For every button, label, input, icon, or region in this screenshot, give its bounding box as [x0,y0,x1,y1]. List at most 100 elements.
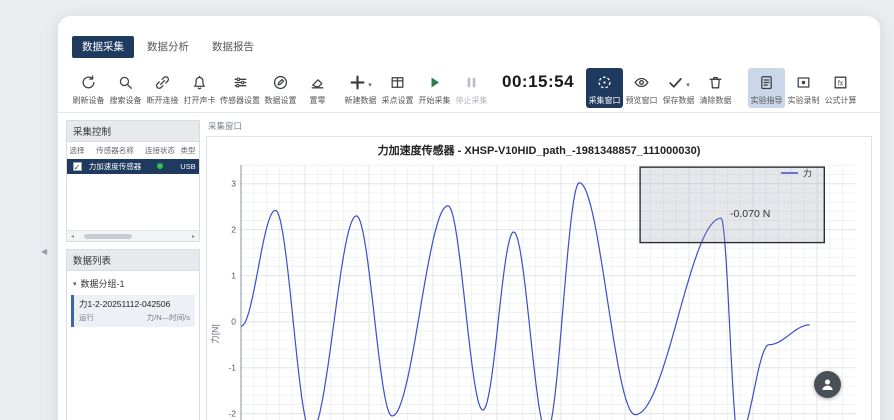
acquisition-control-panel: 采集控制 选择 传感器名称 连接状态 类型 ✓ [66,120,200,242]
toolbar-item-save[interactable]: ▾ 保存数据 [660,68,697,108]
chart-plot[interactable]: 3210-1-2力[N]-0.070 N力 [207,159,867,420]
toolbar-item-sensor-settings[interactable]: 传感器设置 [218,68,262,108]
col-type: 类型 [177,142,199,159]
scroll-left-icon[interactable]: ◂ [67,233,78,240]
toolbar-item-label: 公式计算 [825,95,857,106]
scrollbar-thumb[interactable] [84,234,132,239]
sensor-type: USB [177,159,199,174]
content-area: 采集控制 选择 传感器名称 连接状态 类型 ✓ [58,113,880,420]
data-item-status: 运行 [79,312,94,323]
toolbar-item-label: 采点设置 [382,95,414,106]
chevron-down-icon[interactable]: ▾ [686,81,690,92]
y-tick-label: -2 [228,409,236,419]
new-data-icon: ▾ [349,72,372,92]
toolbar-item-label: 采集窗口 [589,95,621,106]
zero-icon [309,72,326,92]
toolbar-item-zero[interactable]: 置零 [299,68,336,108]
toolbar-item-record[interactable]: 实验录制 [785,68,822,108]
formula-icon: fx [832,72,849,92]
search-icon [117,72,134,92]
toolbar-item-start[interactable]: 开始采集 [416,68,453,108]
y-tick-label: 3 [231,179,236,189]
y-tick-label: -1 [228,363,236,373]
tree-expand-icon[interactable]: ▾ [73,280,77,288]
connect-icon [154,72,171,92]
start-icon [426,72,443,92]
tab-data-acquisition[interactable]: 数据采集 [72,36,134,58]
record-icon [795,72,812,92]
toolbar-item-new-data[interactable]: ▾ 新建数据 [342,68,379,108]
clear-icon [707,72,724,92]
sensor-table-hscrollbar[interactable]: ◂ ▸ [67,230,199,241]
y-tick-label: 2 [231,225,236,235]
sidebar-collapse-arrow-icon[interactable]: ◀ [41,247,47,256]
sensor-checkbox[interactable]: ✓ [73,162,82,171]
status-dot-icon [157,163,163,169]
assistant-button[interactable] [814,371,841,398]
data-group-row[interactable]: ▾ 数据分组-1 [67,271,199,294]
toolbar-item-sample-settings[interactable]: 采点设置 [379,68,416,108]
col-sensor-name: 传感器名称 [87,142,143,159]
selection-box[interactable] [640,167,824,242]
toolbar-item-label: 保存数据 [663,95,695,106]
main-area: 采集窗口 力加速度传感器 - XHSP-V10HID_path_-1981348… [206,120,872,420]
acquisition-control-header: 采集控制 [67,121,199,142]
scroll-right-icon[interactable]: ▸ [188,233,199,240]
main-tabbar: 数据采集 数据分析 数据报告 [58,16,880,58]
toolbar-item-label: 传感器设置 [220,95,260,106]
toolbar-item-label: 搜索设备 [110,95,142,106]
sensor-row[interactable]: ✓ 力加速度传感器 USB [67,159,199,174]
toolbar-item-formula[interactable]: fx 公式计算 [822,68,859,108]
col-select: 选择 [67,142,87,159]
chevron-down-icon[interactable]: ▾ [368,81,372,92]
y-axis-label: 力[N] [210,324,220,343]
sensor-table-header: 选择 传感器名称 连接状态 类型 [67,142,199,159]
toolbar-item-guide[interactable]: 实验指导 [748,68,785,108]
sensor-settings-icon [232,72,249,92]
data-settings-icon [272,72,289,92]
toolbar-item-capture-window[interactable]: 采集窗口 [586,68,623,108]
toolbar-item-label: 开始采集 [419,95,451,106]
col-connect-status: 连接状态 [143,142,177,159]
toolbar-item-label: 清除数据 [700,95,732,106]
tab-data-analysis[interactable]: 数据分析 [137,36,199,58]
toolbar-item-label: 断开连接 [147,95,179,106]
svg-text:fx: fx [838,80,844,87]
data-item-axes: 力/N—时间/s [147,312,190,323]
toolbar-item-label: 预览窗口 [626,95,658,106]
person-icon [820,377,835,392]
toolbar-item-preview[interactable]: 预览窗口 [623,68,660,108]
toolbar-item-search[interactable]: 搜索设备 [107,68,144,108]
y-tick-label: 0 [231,317,236,327]
refresh-icon [80,72,97,92]
tab-data-report[interactable]: 数据报告 [202,36,264,58]
toolbar-item-label: 刷新设备 [73,95,105,106]
capture-window-icon [596,72,613,92]
data-list-header: 数据列表 [67,250,199,271]
toolbar-item-clear[interactable]: 清除数据 [697,68,734,108]
toolbar-item-label: 停止采集 [456,95,488,106]
toolbar-item-bell[interactable]: 打开声卡 [181,68,218,108]
legend-label: 力 [803,168,812,179]
toolbar-item-label: 数据设置 [265,95,297,106]
toolbar-item-label: 打开声卡 [184,95,216,106]
toolbar-item-label: 实验录制 [788,95,820,106]
sensor-name: 力加速度传感器 [87,159,143,174]
capture-window-label: 采集窗口 [206,120,872,136]
save-icon: ▾ [667,72,690,92]
data-list-item[interactable]: 力1-2-20251112-042506 运行 力/N—时间/s [71,295,195,327]
chart-card: 力加速度传感器 - XHSP-V10HID_path_-1981348857_1… [206,136,872,420]
toolbar-item-label: 新建数据 [345,95,377,106]
bell-icon [191,72,208,92]
sample-settings-icon [389,72,406,92]
sensor-table: 选择 传感器名称 连接状态 类型 ✓ 力加速度传感器 USB [67,142,199,174]
acquisition-timer: 00:15:54 [502,72,574,92]
guide-icon [758,72,775,92]
toolbar-item-stop: 停止采集 [453,68,490,108]
toolbar-item-label: 置零 [310,95,326,106]
toolbar-item-data-settings[interactable]: 数据设置 [262,68,299,108]
data-item-title: 力1-2-20251112-042506 [79,298,190,310]
annotation-value: -0.070 N [730,208,770,220]
toolbar-item-connect[interactable]: 断开连接 [144,68,181,108]
toolbar-item-refresh[interactable]: 刷新设备 [70,68,107,108]
